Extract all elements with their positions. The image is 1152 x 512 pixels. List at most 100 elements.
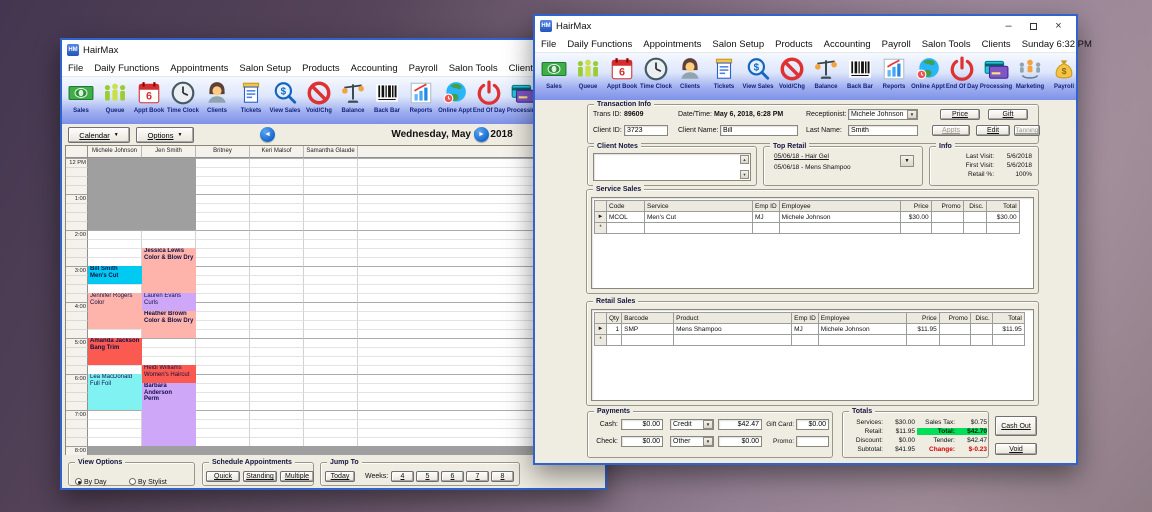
toolbar-tickets[interactable]: Tickets <box>234 78 268 124</box>
promo-input[interactable] <box>796 436 829 447</box>
calendar-cell[interactable] <box>196 257 250 266</box>
calendar-cell[interactable] <box>304 194 358 203</box>
calendar-cell[interactable] <box>250 410 304 419</box>
tanning-button[interactable]: Tanning <box>1014 125 1040 136</box>
price-button[interactable]: Price <box>940 109 980 120</box>
calendar-cell[interactable] <box>88 257 142 266</box>
table-row[interactable]: * <box>595 335 1025 346</box>
calendar-cell[interactable] <box>304 392 358 401</box>
cell[interactable] <box>986 223 1019 234</box>
calendar-cell[interactable] <box>196 437 250 446</box>
cell[interactable] <box>970 335 992 346</box>
by-day-radio[interactable]: By Day <box>75 471 107 489</box>
scroll-up-icon[interactable]: ▲ <box>740 155 749 164</box>
toolbar-balance[interactable]: Balance <box>809 54 843 100</box>
cell[interactable]: SMP <box>622 324 674 335</box>
menu-salon-tools[interactable]: Salon Tools <box>449 63 498 74</box>
stylist-column-keri-malsof[interactable]: Keri Malsof <box>250 146 304 158</box>
calendar-cell[interactable] <box>250 383 304 392</box>
table-row[interactable]: ►MCOLMen's CutMJMichele Johnson$30.00$30… <box>595 212 1020 223</box>
cell[interactable] <box>963 212 986 223</box>
calendar-cell[interactable] <box>250 419 304 428</box>
calendar-cell[interactable] <box>304 374 358 383</box>
minimize-button[interactable]: – <box>996 16 1021 36</box>
menu-appointments[interactable]: Appointments <box>643 39 701 50</box>
calendar-cell[interactable] <box>196 311 250 320</box>
calendar-cell[interactable] <box>142 356 196 365</box>
calendar-cell[interactable] <box>196 230 250 239</box>
toolbar-queue[interactable]: Queue <box>571 54 605 100</box>
calendar-cell[interactable] <box>304 410 358 419</box>
calendar-cell[interactable] <box>250 392 304 401</box>
calendar-cell[interactable] <box>250 302 304 311</box>
previous-day-button[interactable]: ◄ <box>260 127 275 142</box>
calendar-cell[interactable] <box>196 212 250 221</box>
client-name-input[interactable] <box>720 125 798 136</box>
calendar-cell[interactable] <box>304 428 358 437</box>
week-8-button[interactable]: 8 <box>491 471 514 482</box>
cell[interactable]: MJ <box>753 212 780 223</box>
calendar-cell[interactable] <box>304 158 358 167</box>
calendar-cell[interactable] <box>250 401 304 410</box>
calendar-cell[interactable] <box>304 167 358 176</box>
toolbar-void-chg[interactable]: Void/Chg <box>775 54 809 100</box>
calendar-cell[interactable] <box>250 212 304 221</box>
calendar-cell[interactable] <box>196 410 250 419</box>
cell[interactable] <box>645 223 753 234</box>
menu-appointments[interactable]: Appointments <box>170 63 228 74</box>
cell[interactable] <box>779 223 900 234</box>
calendar-cell[interactable] <box>250 338 304 347</box>
standing-button[interactable]: Standing <box>243 471 277 482</box>
today-button[interactable]: Today <box>325 471 355 482</box>
calendar-cell[interactable] <box>196 176 250 185</box>
cell[interactable]: $11.95 <box>992 324 1024 335</box>
calendar-cell[interactable] <box>304 185 358 194</box>
calendar-cell[interactable] <box>88 230 142 239</box>
cell[interactable] <box>792 335 819 346</box>
notes-scrollbar[interactable]: ▲ ▼ <box>740 155 749 179</box>
stylist-column-michele-johnson[interactable]: Michele Johnson <box>88 146 142 158</box>
calendar-cell[interactable] <box>250 221 304 230</box>
cell[interactable]: 1 <box>607 324 622 335</box>
menu-daily-functions[interactable]: Daily Functions <box>567 39 632 50</box>
calendar-cell[interactable] <box>196 167 250 176</box>
calendar-cell[interactable] <box>304 302 358 311</box>
toolbar-void-chg[interactable]: Void/Chg <box>302 78 336 124</box>
table-row[interactable]: ►1SMPMens ShampooMJMichele Johnson$11.95… <box>595 324 1025 335</box>
cell[interactable]: Mens Shampoo <box>674 324 792 335</box>
calendar-cell[interactable] <box>196 266 250 275</box>
toolbar-payroll[interactable]: $Payroll <box>1047 54 1076 100</box>
calendar-cell[interactable] <box>142 347 196 356</box>
stylist-column-samantha-glaude[interactable]: Samantha Glaude <box>304 146 358 158</box>
calendar-cell[interactable] <box>304 248 358 257</box>
cell[interactable] <box>939 324 970 335</box>
payment-type-select-2[interactable]: Other▼ <box>670 436 714 447</box>
calendar-cell[interactable] <box>304 266 358 275</box>
top-retail-dropdown-button[interactable]: ▼ <box>900 155 914 167</box>
calendar-cell[interactable] <box>304 383 358 392</box>
menu-salon-setup[interactable]: Salon Setup <box>712 39 764 50</box>
maximize-button[interactable] <box>1021 16 1046 36</box>
calendar-cell[interactable] <box>250 239 304 248</box>
cell[interactable] <box>818 335 906 346</box>
cell[interactable] <box>939 335 970 346</box>
appointment-lea-macdonald[interactable]: Lea MacDonaldFull Foil <box>88 374 142 410</box>
calendar-cell[interactable] <box>304 329 358 338</box>
edit-button[interactable]: Edit <box>976 125 1010 136</box>
calendar-cell[interactable] <box>304 212 358 221</box>
calendar-cell[interactable] <box>196 302 250 311</box>
calendar-cell[interactable] <box>304 293 358 302</box>
gift-button[interactable]: Gift <box>988 109 1028 120</box>
calendar-cell[interactable] <box>250 194 304 203</box>
calendar-cell[interactable] <box>88 410 142 419</box>
calendar-cell[interactable] <box>88 437 142 446</box>
calendar-cell[interactable] <box>250 365 304 374</box>
appointment-heidi-williams[interactable]: Heidi WilliamsWomen's Haircut <box>142 365 196 383</box>
calendar-cell[interactable] <box>196 356 250 365</box>
toolbar-marketing[interactable]: Marketing <box>1013 54 1047 100</box>
calendar-cell[interactable] <box>196 203 250 212</box>
toolbar-tickets[interactable]: Tickets <box>707 54 741 100</box>
cell[interactable]: MJ <box>792 324 819 335</box>
calendar-cell[interactable] <box>304 257 358 266</box>
week-7-button[interactable]: 7 <box>466 471 489 482</box>
